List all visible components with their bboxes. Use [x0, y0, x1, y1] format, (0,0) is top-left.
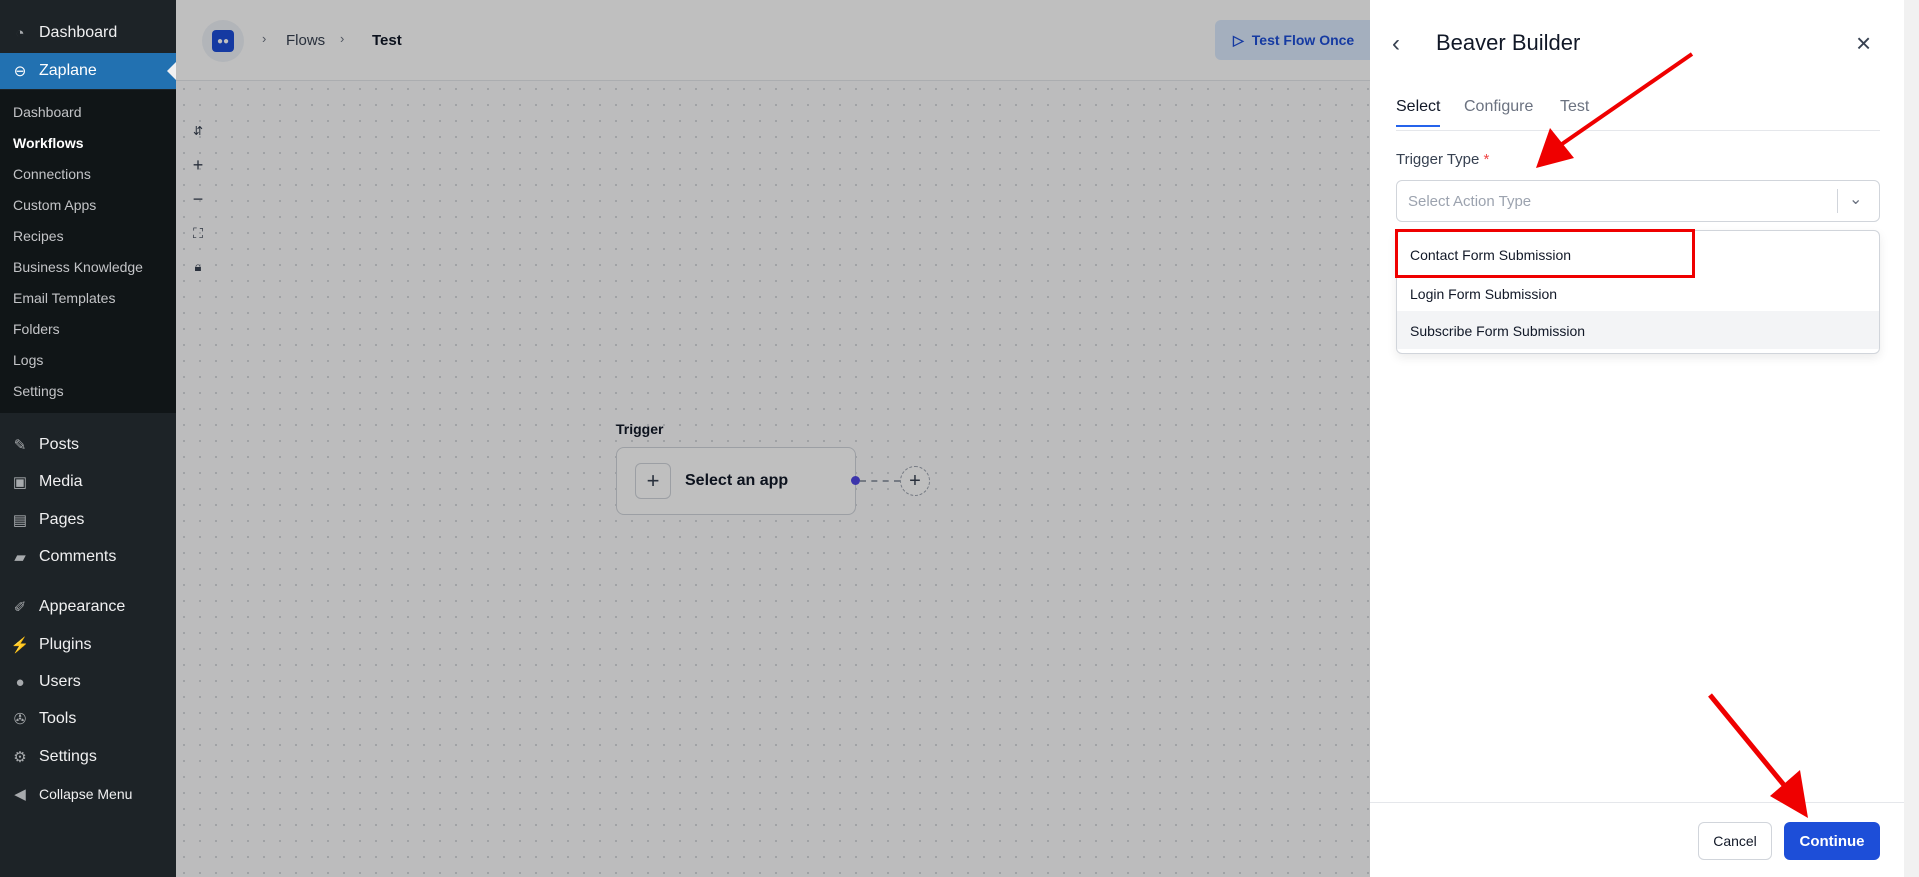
submenu-email-templates[interactable]: Email Templates — [13, 290, 115, 306]
trigger-type-select[interactable]: Select Action Type ⌄ — [1396, 180, 1880, 222]
wp-menu-pages[interactable]: ▤ Pages — [0, 502, 176, 538]
submenu-settings[interactable]: Settings — [13, 383, 64, 399]
dashboard-icon: ◔ — [15, 24, 25, 42]
wp-menu-label: Settings — [39, 748, 97, 765]
tab-test[interactable]: Test — [1560, 98, 1589, 125]
wp-menu-label: Users — [39, 673, 81, 690]
required-mark: * — [1483, 151, 1490, 168]
wp-menu-label: Posts — [39, 436, 80, 453]
app-config-panel: ‹ Beaver Builder × Select Configure Test… — [1370, 0, 1904, 877]
wp-menu-media[interactable]: ▣ Media — [0, 464, 176, 500]
collapse-icon: ◀ — [14, 786, 26, 803]
wp-menu-zaplane[interactable]: ⊖ Zaplane — [0, 53, 176, 89]
close-icon[interactable]: × — [1856, 28, 1871, 59]
wp-menu-label: Plugins — [39, 636, 92, 653]
wp-admin-sidebar: ◔ Dashboard ⊖ Zaplane Dashboard Workflow… — [0, 0, 176, 877]
back-arrow-icon[interactable]: ‹ — [1392, 30, 1400, 58]
wp-menu-comments[interactable]: ▰ Comments — [0, 539, 176, 575]
wp-menu-plugins[interactable]: ⚡ Plugins — [0, 627, 176, 663]
panel-footer-divider — [1370, 802, 1904, 803]
submenu-recipes[interactable]: Recipes — [13, 228, 64, 244]
wp-menu-label: Pages — [39, 511, 85, 528]
pages-icon: ▤ — [12, 512, 28, 529]
submenu-dashboard[interactable]: Dashboard — [13, 104, 82, 120]
plug-icon: ⚡ — [10, 637, 30, 654]
tab-configure[interactable]: Configure — [1464, 98, 1533, 125]
submenu-logs[interactable]: Logs — [13, 352, 43, 368]
annotation-highlight-box — [1395, 229, 1695, 278]
trigger-type-text: Trigger Type — [1396, 151, 1480, 168]
wp-menu-users[interactable]: ● Users — [0, 664, 176, 700]
media-icon: ▣ — [12, 474, 28, 491]
submenu-workflows[interactable]: Workflows — [13, 135, 84, 151]
select-divider — [1837, 189, 1838, 213]
submenu-business-knowledge[interactable]: Business Knowledge — [13, 259, 143, 275]
wp-menu-label: Zaplane — [39, 62, 97, 79]
wp-menu-posts[interactable]: ✎ Posts — [0, 427, 176, 463]
submenu-custom-apps[interactable]: Custom Apps — [13, 197, 96, 213]
wp-menu-label: Tools — [39, 710, 77, 727]
panel-tabs: Select Configure Test — [1396, 98, 1880, 131]
pin-icon: ✎ — [13, 437, 27, 454]
panel-scrollbar[interactable] — [1904, 0, 1919, 877]
wp-menu-tools[interactable]: ✇ Tools — [0, 701, 176, 737]
modal-backdrop[interactable] — [176, 0, 1370, 877]
option-label: Subscribe Form Submission — [1410, 323, 1586, 339]
option-login-form-submission[interactable]: Login Form Submission — [1397, 274, 1879, 312]
tab-select[interactable]: Select — [1396, 98, 1441, 127]
wp-menu-label: Dashboard — [39, 24, 118, 41]
wp-menu-collapse[interactable]: ◀ Collapse Menu — [0, 776, 176, 812]
wp-menu-label: Collapse Menu — [39, 786, 133, 802]
wp-menu-label: Comments — [39, 548, 117, 565]
submenu-connections[interactable]: Connections — [13, 166, 91, 182]
option-label: Login Form Submission — [1410, 286, 1558, 302]
select-placeholder: Select Action Type — [1408, 193, 1532, 210]
settings-icon: ⚙ — [13, 749, 27, 766]
wrench-icon: ✇ — [13, 711, 27, 728]
comment-icon: ▰ — [14, 549, 26, 566]
cancel-button[interactable]: Cancel — [1698, 822, 1772, 860]
wp-menu-settings[interactable]: ⚙ Settings — [0, 739, 176, 775]
submenu-folders[interactable]: Folders — [13, 321, 60, 337]
wp-menu-dashboard[interactable]: ◔ Dashboard — [0, 15, 176, 51]
zaplane-icon: ⊖ — [13, 63, 27, 80]
wp-menu-label: Media — [39, 473, 83, 490]
trigger-type-label: Trigger Type * — [1396, 151, 1489, 168]
continue-button[interactable]: Continue — [1784, 822, 1880, 860]
brush-icon: ✐ — [13, 599, 27, 616]
user-icon: ● — [15, 673, 25, 691]
chevron-down-icon[interactable]: ⌄ — [1849, 189, 1862, 209]
zaplane-submenu: Dashboard Workflows Connections Custom A… — [0, 90, 176, 413]
option-subscribe-form-submission[interactable]: Subscribe Form Submission — [1397, 311, 1879, 349]
wp-menu-label: Appearance — [39, 598, 126, 615]
wp-menu-appearance[interactable]: ✐ Appearance — [0, 589, 176, 625]
panel-title: Beaver Builder — [1436, 30, 1581, 55]
